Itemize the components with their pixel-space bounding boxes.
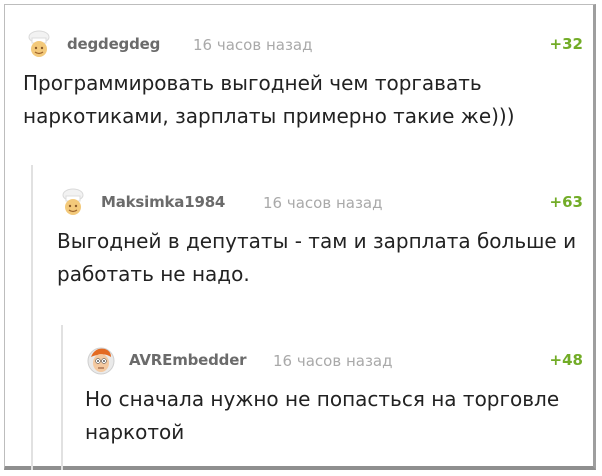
comment-text: Но сначала нужно не попасться на торговл… [85, 387, 560, 444]
comment: Maksimka1984 16 часов назад +63 Выгодней… [57, 187, 583, 291]
comment-text: Программировать выгодней чем торгавать н… [23, 71, 515, 128]
chef-avatar-icon[interactable] [57, 187, 89, 217]
comment-header: AVREmbedder 16 часов назад +48 [85, 345, 583, 377]
comment-score: +32 [549, 35, 583, 53]
comment: AVREmbedder 16 часов назад +48 Но сначал… [85, 345, 583, 449]
comment-time: 16 часов назад [273, 352, 393, 370]
comment-author[interactable]: degdegdeg [67, 35, 160, 53]
comment-header: degdegdeg 16 часов назад +32 [23, 29, 583, 61]
chef-avatar-icon[interactable] [23, 29, 55, 59]
comment-author[interactable]: AVREmbedder [129, 351, 247, 369]
comment-text: Выгодней в депутаты - там и зарплата бол… [57, 229, 577, 286]
comment-score: +48 [549, 351, 583, 369]
comment-header: Maksimka1984 16 часов назад +63 [57, 187, 583, 219]
comment-author[interactable]: Maksimka1984 [101, 193, 225, 211]
thread-line[interactable] [31, 165, 33, 470]
comment-time: 16 часов назад [263, 194, 383, 212]
comment-thread: degdegdeg 16 часов назад +32 Программиро… [4, 4, 596, 470]
fry-avatar-icon[interactable] [85, 345, 117, 375]
thread-line[interactable] [61, 325, 63, 470]
comment: degdegdeg 16 часов назад +32 Программиро… [23, 29, 583, 133]
comment-time: 16 часов назад [193, 36, 313, 54]
comment-score: +63 [549, 193, 583, 211]
